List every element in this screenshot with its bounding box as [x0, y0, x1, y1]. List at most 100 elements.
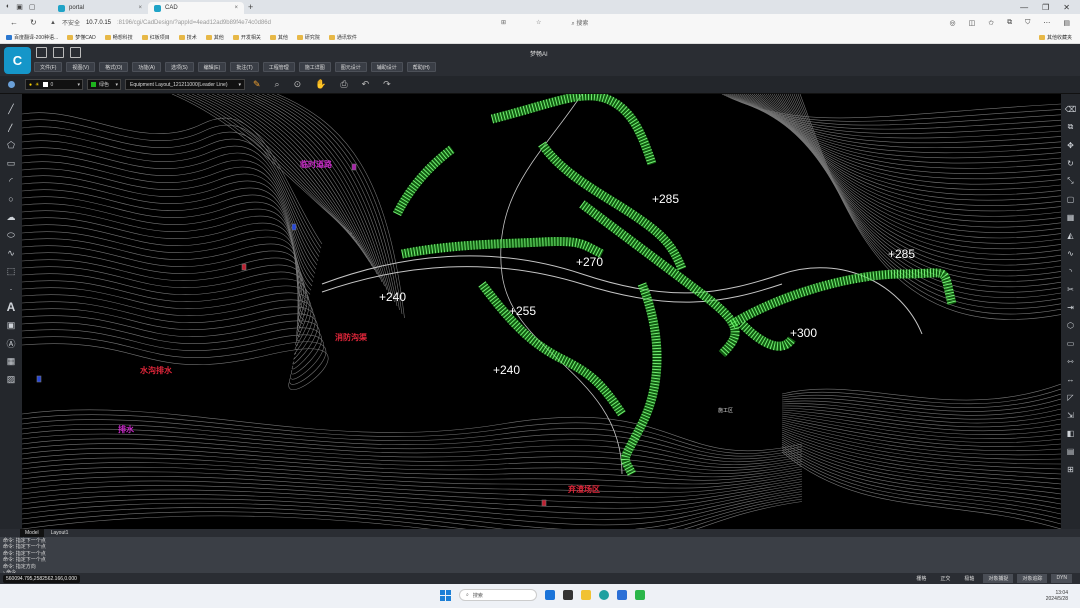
break-icon[interactable]: ▭ [1064, 336, 1077, 350]
minimize-icon[interactable]: — [1020, 3, 1028, 12]
back-icon[interactable]: ← [10, 18, 18, 27]
close-icon[interactable]: × [138, 5, 142, 11]
status-toggle[interactable]: 对象追踪 [1017, 574, 1048, 583]
status-toggle[interactable]: 正交 [935, 574, 955, 583]
status-toggle[interactable]: DYN [1051, 574, 1072, 583]
tab-actions-icon[interactable]: ▢ [29, 3, 36, 11]
offset-icon[interactable]: ▢ [1064, 192, 1077, 206]
tab-cad[interactable]: CAD × [148, 2, 244, 14]
taskbar-search[interactable]: ⌕ 搜索 [459, 589, 537, 601]
status-toggle[interactable]: 极轴 [959, 574, 979, 583]
save-icon[interactable] [53, 47, 64, 58]
widgets-icon[interactable] [545, 590, 555, 600]
menu-item[interactable]: 功能(A) [132, 62, 161, 72]
task-view-icon[interactable] [563, 590, 573, 600]
stretch-icon[interactable]: ∿ [1064, 246, 1077, 260]
properties-icon[interactable]: ▤ [1064, 444, 1077, 458]
edge-browser-icon[interactable] [599, 590, 609, 600]
mirror-icon[interactable]: ◭ [1064, 228, 1077, 242]
bookmark-item[interactable]: 梦懂CAD [67, 34, 96, 41]
rectangle-icon[interactable]: ▭ [4, 156, 18, 170]
new-tab-button[interactable]: + [244, 2, 253, 12]
array-icon[interactable]: ▦ [1064, 210, 1077, 224]
line-icon[interactable]: ╱ [4, 102, 18, 116]
store-icon[interactable] [617, 590, 627, 600]
menu-item[interactable]: 施工详图 [298, 62, 331, 72]
tab-model[interactable]: Model [20, 529, 44, 537]
search-field[interactable]: ⌕ 搜索 [571, 18, 588, 28]
bookmark-item[interactable]: 技术 [178, 34, 197, 41]
zoom-extents-icon[interactable]: ⊙ [294, 79, 302, 90]
menu-item[interactable]: 批注(T) [230, 62, 259, 72]
rotate-icon[interactable]: ↻ [1064, 156, 1077, 170]
polyline-icon[interactable]: 〳 [4, 120, 18, 134]
ellipse-icon[interactable]: ⬭ [4, 228, 18, 242]
windows-start-icon[interactable] [440, 589, 451, 601]
measure-icon[interactable]: ⊞ [1064, 462, 1077, 476]
close-window-icon[interactable]: ✕ [1063, 3, 1070, 12]
bookmark-item[interactable]: 红板项目 [141, 34, 170, 41]
drawing-canvas[interactable]: +285 +270 +255 +240 +240 +300 +285 消防沟渠 … [22, 94, 1061, 529]
bookmark-item[interactable]: 畅想科技 [104, 34, 133, 41]
url-field[interactable]: ▲ 不安全 10.7.0.15:8196/cgi/CadDesign/?appI… [50, 18, 271, 28]
open-file-icon[interactable] [36, 47, 47, 58]
maximize-icon[interactable]: ❐ [1042, 3, 1049, 12]
sidebar-icon[interactable]: ▤ [1063, 19, 1070, 27]
print-icon[interactable]: ⎙ [340, 79, 347, 90]
favorite-icon[interactable]: ☆ [536, 19, 541, 26]
bookmark-item[interactable]: 通讯软件 [328, 34, 357, 41]
collections-icon[interactable]: ⧉ [1007, 19, 1012, 27]
menu-item[interactable]: 图元设计 [334, 62, 367, 72]
menu-item[interactable]: 格式(O) [99, 62, 129, 72]
extension-icon[interactable]: ◎ [950, 19, 956, 27]
text-icon[interactable]: A [4, 300, 18, 314]
revision-cloud-icon[interactable]: ☁ [4, 210, 18, 224]
other-bookmarks[interactable]: 其他收藏夹 [1038, 34, 1080, 41]
layer-state-icon[interactable] [8, 81, 15, 88]
arc-icon[interactable]: ◜ [4, 174, 18, 188]
join-icon[interactable]: ⇿ [1064, 354, 1077, 368]
chamfer-icon[interactable]: ◸ [1064, 390, 1077, 404]
menu-item[interactable]: 文件(F) [34, 62, 63, 72]
close-icon[interactable]: × [234, 5, 238, 11]
layer-select[interactable]: ● ☀ 0 ▾ [25, 79, 83, 90]
undo-icon[interactable]: ↶ [362, 79, 370, 90]
redo-icon[interactable]: ↷ [383, 79, 391, 90]
favorites-icon[interactable]: ✩ [988, 19, 994, 27]
point-icon[interactable]: · [4, 282, 18, 296]
color-select[interactable]: 绿色 ▾ [87, 79, 121, 90]
menu-item[interactable]: 视图(V) [66, 62, 96, 72]
bookmark-item[interactable]: 研究院 [296, 34, 320, 41]
copy-icon[interactable]: ⧉ [1064, 120, 1077, 134]
shield-icon[interactable]: ⛉ [1025, 19, 1030, 27]
eraser-icon[interactable]: ⌫ [1064, 102, 1077, 116]
bookmark-item[interactable]: 百度翻译-200种语... [6, 34, 58, 41]
bookmark-item[interactable]: 开发相关 [232, 34, 261, 41]
more-icon[interactable]: ⋯ [1043, 19, 1050, 27]
status-toggle[interactable]: 栅格 [911, 574, 931, 583]
bookmark-item[interactable]: 其他 [269, 34, 288, 41]
tab-layout1[interactable]: Layout1 [46, 529, 74, 537]
polygon-icon[interactable]: ⬠ [4, 138, 18, 152]
tab-portal[interactable]: portal × [52, 2, 148, 14]
workspaces-icon[interactable]: ▣ [16, 3, 23, 11]
extend-icon[interactable]: ⇥ [1064, 300, 1077, 314]
style-select[interactable]: Equipment Layout_121211000(Leader Line) … [125, 79, 245, 90]
chat-app-icon[interactable] [635, 590, 645, 600]
pan-hand-icon[interactable]: ✋ [315, 79, 326, 90]
image-icon[interactable]: ▣ [4, 318, 18, 332]
fillet-icon[interactable]: ◝ [1064, 264, 1077, 278]
mtext-icon[interactable]: Ⓐ [4, 336, 18, 350]
menu-item[interactable]: 编辑(E) [197, 62, 227, 72]
lengthen-icon[interactable]: ↔ [1064, 372, 1077, 386]
align-icon[interactable]: ⇲ [1064, 408, 1077, 422]
zoom-window-icon[interactable]: ⌕ [275, 79, 280, 90]
menu-item[interactable]: 工程管理 [262, 62, 295, 72]
spline-icon[interactable]: ∿ [4, 246, 18, 260]
menu-item[interactable]: 选项(S) [164, 62, 194, 72]
menu-item[interactable]: 帮助(H) [406, 62, 436, 72]
insert-block-icon[interactable]: ⬚ [4, 264, 18, 278]
menu-item[interactable]: 辅助设计 [370, 62, 403, 72]
status-toggle[interactable]: 对象捕捉 [983, 574, 1014, 583]
trim-icon[interactable]: ✂ [1064, 282, 1077, 296]
